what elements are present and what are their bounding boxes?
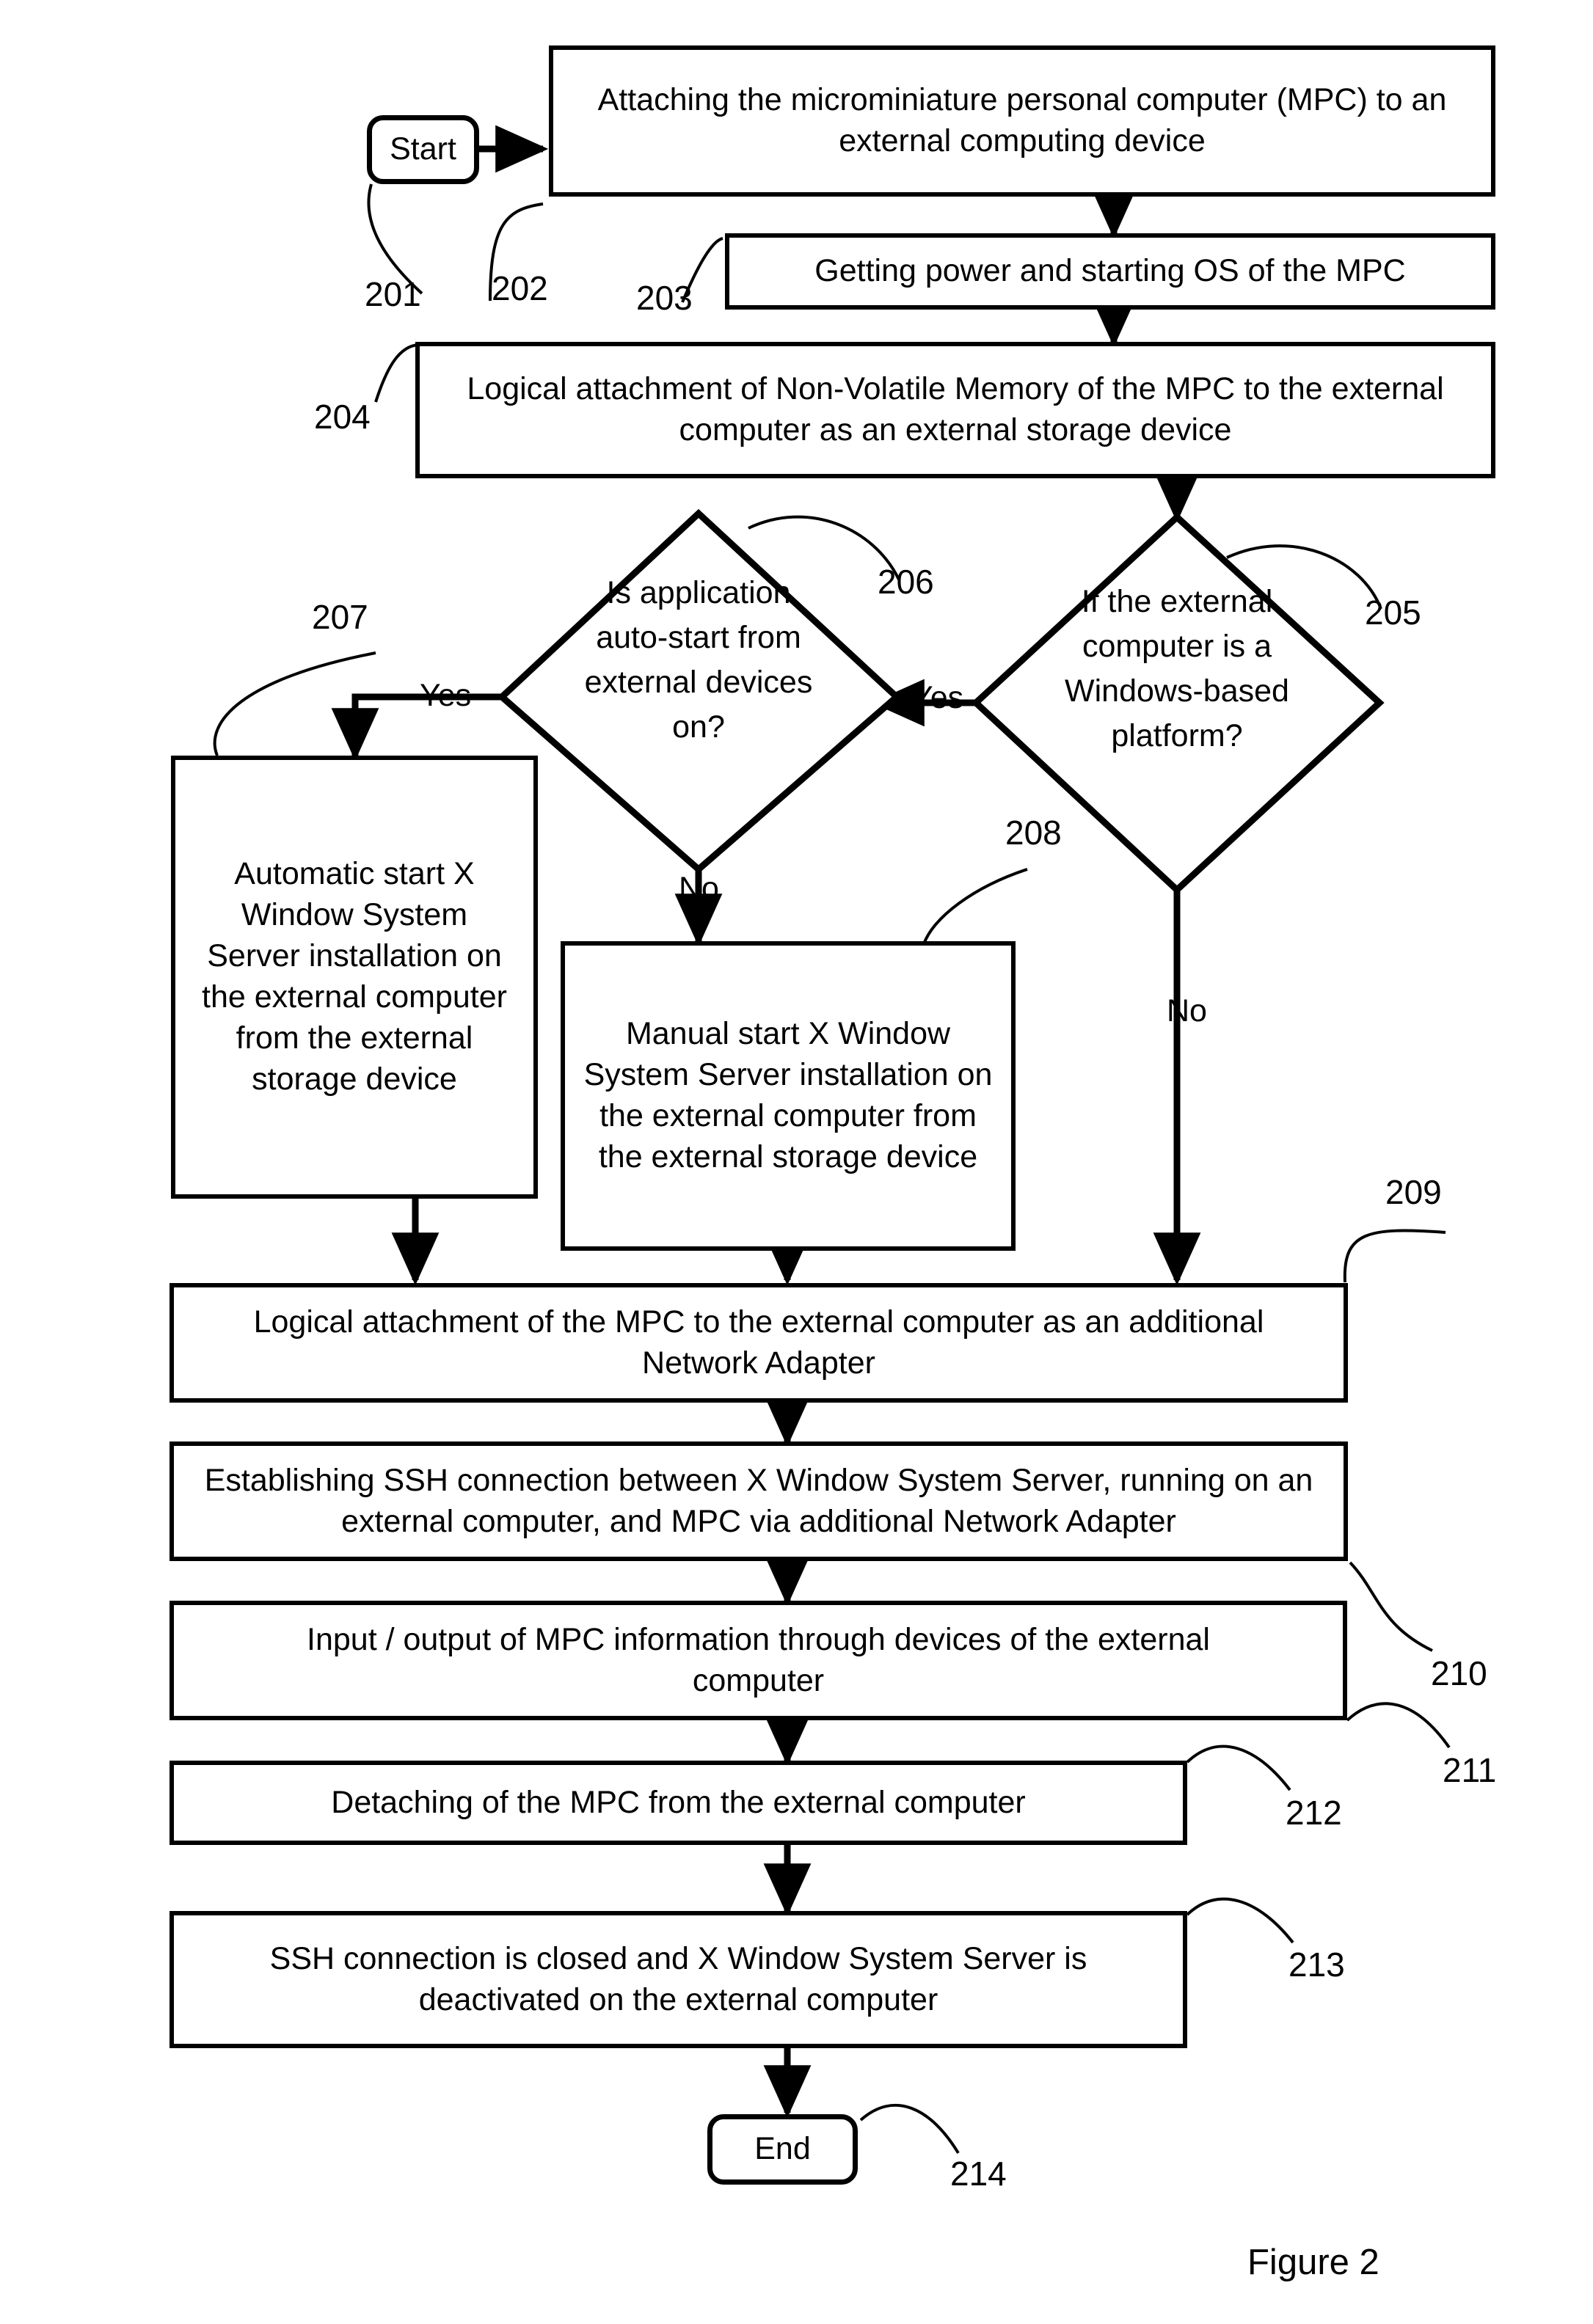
process-power-os-label: Getting power and starting OS of the MPC	[814, 253, 1406, 289]
leader-211	[1346, 1702, 1451, 1749]
process-automatic-start-label: Automatic start X Window System Server i…	[202, 856, 507, 1097]
figure-canvas: Start 201 Attaching the microminiature p…	[0, 0, 1593, 2324]
ref-204: 204	[314, 398, 371, 436]
leader-212	[1186, 1744, 1291, 1791]
process-detach-mpc[interactable]: Detaching of the MPC from the external c…	[169, 1761, 1187, 1845]
process-ssh-close-label: SSH connection is closed and X Window Sy…	[269, 1940, 1087, 2017]
leader-213	[1186, 1897, 1294, 1944]
end-terminal[interactable]: End	[707, 2114, 858, 2185]
leader-208	[922, 868, 1028, 947]
leader-206	[748, 515, 900, 580]
process-power-os[interactable]: Getting power and starting OS of the MPC	[725, 233, 1495, 310]
start-terminal-label: Start	[390, 131, 456, 167]
leader-204	[374, 343, 419, 403]
leader-214	[859, 2103, 960, 2155]
edge-label-windows-no: No	[1167, 993, 1207, 1028]
ref-207: 207	[312, 598, 368, 636]
process-logical-netadapter-label: Logical attachment of the MPC to the ext…	[253, 1304, 1264, 1381]
ref-206: 206	[878, 563, 934, 601]
end-terminal-label: End	[754, 2131, 811, 2167]
process-logical-nvm[interactable]: Logical attachment of Non-Volatile Memor…	[415, 342, 1495, 478]
process-ssh-establish[interactable]: Establishing SSH connection between X Wi…	[169, 1441, 1348, 1561]
ref-208: 208	[1005, 814, 1062, 852]
process-io-mpc-label: Input / output of MPC information throug…	[307, 1621, 1210, 1698]
leader-210	[1349, 1561, 1433, 1652]
process-manual-start[interactable]: Manual start X Window System Server inst…	[561, 941, 1016, 1251]
edge-label-windows-yes: Yes	[912, 680, 964, 715]
process-automatic-start[interactable]: Automatic start X Window System Server i…	[171, 756, 538, 1199]
process-logical-netadapter[interactable]: Logical attachment of the MPC to the ext…	[169, 1283, 1348, 1403]
process-io-mpc[interactable]: Input / output of MPC information throug…	[169, 1601, 1347, 1720]
ref-211: 211	[1443, 1751, 1497, 1789]
leader-209	[1343, 1229, 1446, 1283]
process-ssh-establish-label: Establishing SSH connection between X Wi…	[204, 1462, 1313, 1539]
ref-212: 212	[1286, 1794, 1342, 1832]
ref-201: 201	[365, 275, 421, 313]
process-ssh-close[interactable]: SSH connection is closed and X Window Sy…	[169, 1911, 1187, 2048]
process-detach-mpc-label: Detaching of the MPC from the external c…	[331, 1784, 1026, 1820]
ref-209: 209	[1385, 1173, 1442, 1211]
edge-label-autostart-yes: Yes	[420, 678, 472, 713]
ref-203: 203	[636, 279, 693, 317]
ref-202: 202	[492, 269, 548, 307]
decision-autostart-shape	[497, 508, 902, 874]
ref-213: 213	[1288, 1945, 1345, 1984]
ref-214: 214	[950, 2155, 1007, 2193]
edge-label-autostart-no: No	[679, 871, 719, 906]
start-terminal[interactable]: Start	[367, 115, 479, 184]
process-attach-mpc-label: Attaching the microminiature personal co…	[597, 82, 1447, 158]
ref-205: 205	[1365, 593, 1421, 632]
figure-caption: Figure 2	[1247, 2243, 1379, 2282]
process-attach-mpc[interactable]: Attaching the microminiature personal co…	[549, 45, 1495, 197]
process-manual-start-label: Manual start X Window System Server inst…	[583, 1016, 993, 1174]
ref-210: 210	[1431, 1654, 1487, 1692]
leader-207	[213, 651, 376, 756]
process-logical-nvm-label: Logical attachment of Non-Volatile Memor…	[467, 371, 1444, 447]
